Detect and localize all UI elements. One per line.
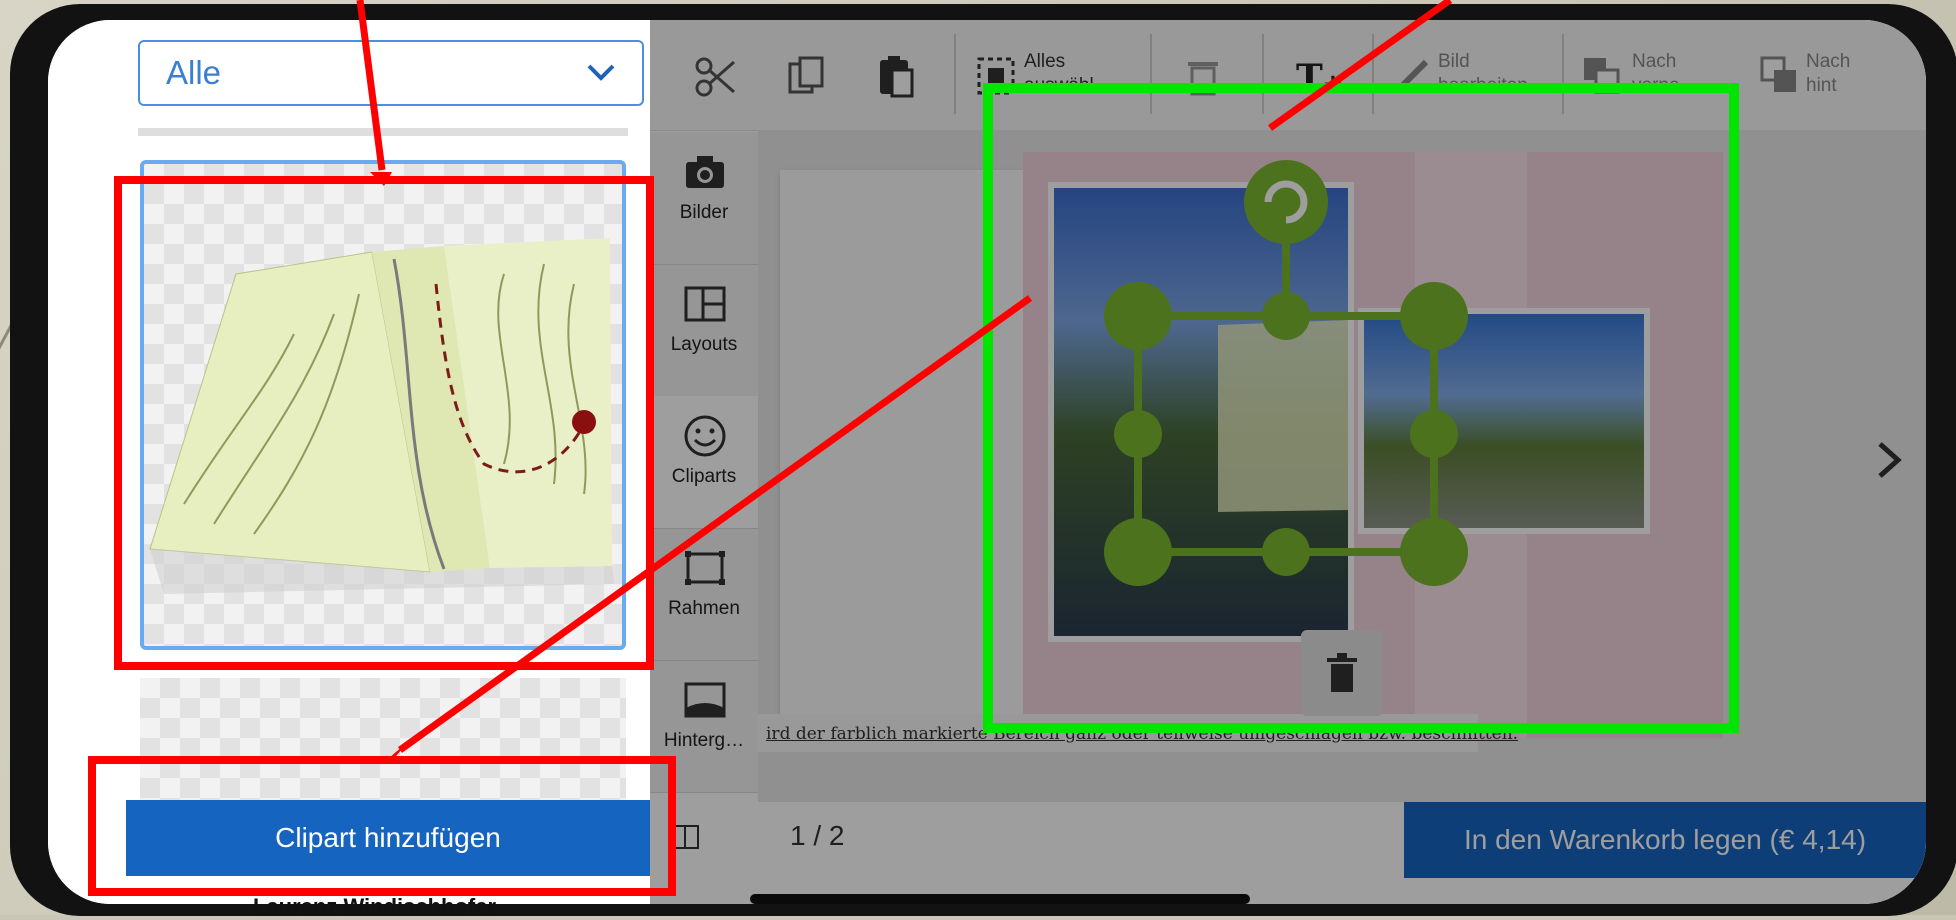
- copy-icon: [788, 56, 824, 94]
- svg-text:T: T: [1296, 57, 1323, 98]
- tab-bilder[interactable]: Bilder: [650, 132, 758, 265]
- send-backward-button[interactable]: Nach hint: [1750, 20, 1900, 130]
- edit-image-button[interactable]: Bild bearbeiten: [1382, 20, 1552, 130]
- pages-icon[interactable]: [670, 824, 700, 850]
- clipart-selection-box: [1104, 160, 1468, 586]
- bring-forward-icon: [1584, 58, 1620, 94]
- select-all-label-1: Alles: [1024, 51, 1066, 72]
- svg-text:+: +: [1322, 69, 1342, 98]
- clipart-tile-map[interactable]: [140, 160, 626, 650]
- camera-icon: [686, 156, 724, 188]
- trash-icon: [1327, 653, 1357, 692]
- paste-icon: [880, 56, 914, 98]
- delete-button[interactable]: [1160, 20, 1250, 130]
- copy-button[interactable]: [760, 20, 850, 130]
- trim-warning-bar: ird der farblich markierte Bereich ganz …: [758, 714, 1518, 752]
- edit-toolbar: Alles auswähl T + Bild bearbeiten Nach vo…: [650, 20, 1926, 131]
- folded-map-clipart: [149, 238, 614, 594]
- resize-handle-right[interactable]: [1410, 410, 1458, 458]
- send-backward-label-1: Nach: [1806, 51, 1851, 72]
- chevron-right-icon: [1878, 441, 1902, 478]
- bring-forward-button[interactable]: Nach vorne: [1572, 20, 1742, 130]
- background-icon: [684, 682, 726, 718]
- tab-bilder-label: Bilder: [679, 202, 729, 223]
- layout-icon: [684, 286, 726, 322]
- edit-image-label-2: bearbeiten: [1438, 75, 1528, 96]
- resize-handle-top-left[interactable]: [1104, 282, 1172, 350]
- home-indicator: [750, 894, 1250, 904]
- app-screen: Alle Clipart hinzufügen Alles auswähl T …: [48, 20, 1926, 904]
- rotate-handle[interactable]: [1244, 160, 1328, 244]
- tab-cliparts[interactable]: Cliparts: [650, 396, 758, 529]
- resize-handle-bottom-right[interactable]: [1400, 518, 1468, 586]
- select-all-label-2: auswähl: [1024, 75, 1094, 96]
- resize-handle-bottom[interactable]: [1262, 528, 1310, 576]
- brush-icon: [1395, 59, 1429, 93]
- delete-clipart-button[interactable]: [1301, 630, 1383, 716]
- category-dropdown-value: Alle: [166, 54, 222, 91]
- resize-handle-bottom-left[interactable]: [1104, 518, 1172, 586]
- smiley-icon: [684, 415, 726, 457]
- page-indicator: 1 / 2: [790, 820, 845, 851]
- bring-forward-label-1: Nach: [1632, 51, 1677, 72]
- toolbar-separator: [1372, 34, 1374, 114]
- tab-hintergrund-label: Hinterg…: [663, 730, 745, 751]
- chevron-down-icon: [587, 64, 615, 81]
- select-all-button[interactable]: Alles auswähl: [968, 20, 1138, 130]
- tab-rahmen-label: Rahmen: [668, 598, 740, 619]
- send-backward-icon: [1760, 56, 1796, 92]
- resize-handle-top-right[interactable]: [1400, 282, 1468, 350]
- toolbar-separator: [1562, 34, 1564, 114]
- tab-layouts-label: Layouts: [670, 334, 738, 355]
- clipart-panel: Alle Clipart hinzufügen: [48, 20, 650, 904]
- toolbar-separator: [1262, 34, 1264, 114]
- add-text-icon: T +: [1296, 57, 1342, 98]
- resize-handle-top[interactable]: [1262, 292, 1310, 340]
- list-top-strip: [138, 128, 628, 136]
- select-all-icon: [977, 57, 1015, 95]
- toolbar-separator: [1150, 34, 1152, 114]
- add-text-button[interactable]: T +: [1272, 20, 1362, 130]
- next-page-button[interactable]: [1848, 420, 1926, 502]
- scissors-icon: [695, 57, 735, 97]
- phone-frame: Alle Clipart hinzufügen Alles auswähl T …: [10, 4, 1956, 916]
- send-backward-label-2: hint: [1806, 75, 1837, 96]
- tab-cliparts-label: Cliparts: [671, 466, 737, 487]
- edit-image-label-1: Bild: [1438, 51, 1470, 72]
- tab-hintergrund[interactable]: Hinterg…: [650, 660, 758, 793]
- frame-icon: [685, 551, 725, 585]
- add-to-cart-button[interactable]: In den Warenkorb legen (€ 4,14): [1404, 802, 1926, 878]
- paste-button[interactable]: [850, 20, 940, 130]
- toolbar-separator: [954, 34, 956, 114]
- trim-warning-text: ird der farblich markierte Bereich ganz …: [766, 724, 1519, 744]
- category-dropdown[interactable]: Alle: [138, 40, 644, 106]
- resize-handle-left[interactable]: [1114, 410, 1162, 458]
- side-category-tabs: Bilder Layouts Cliparts Rahmen Hinterg…: [650, 132, 759, 793]
- bring-forward-label-2: vorne: [1632, 75, 1680, 96]
- tab-rahmen[interactable]: Rahmen: [650, 528, 758, 661]
- cut-button[interactable]: [670, 20, 760, 130]
- add-clipart-button[interactable]: Clipart hinzufügen: [126, 800, 650, 876]
- tab-layouts[interactable]: Layouts: [650, 264, 758, 397]
- slide-caption: Laurenz Windischhofer: [253, 894, 497, 919]
- trash-icon: [1188, 62, 1218, 96]
